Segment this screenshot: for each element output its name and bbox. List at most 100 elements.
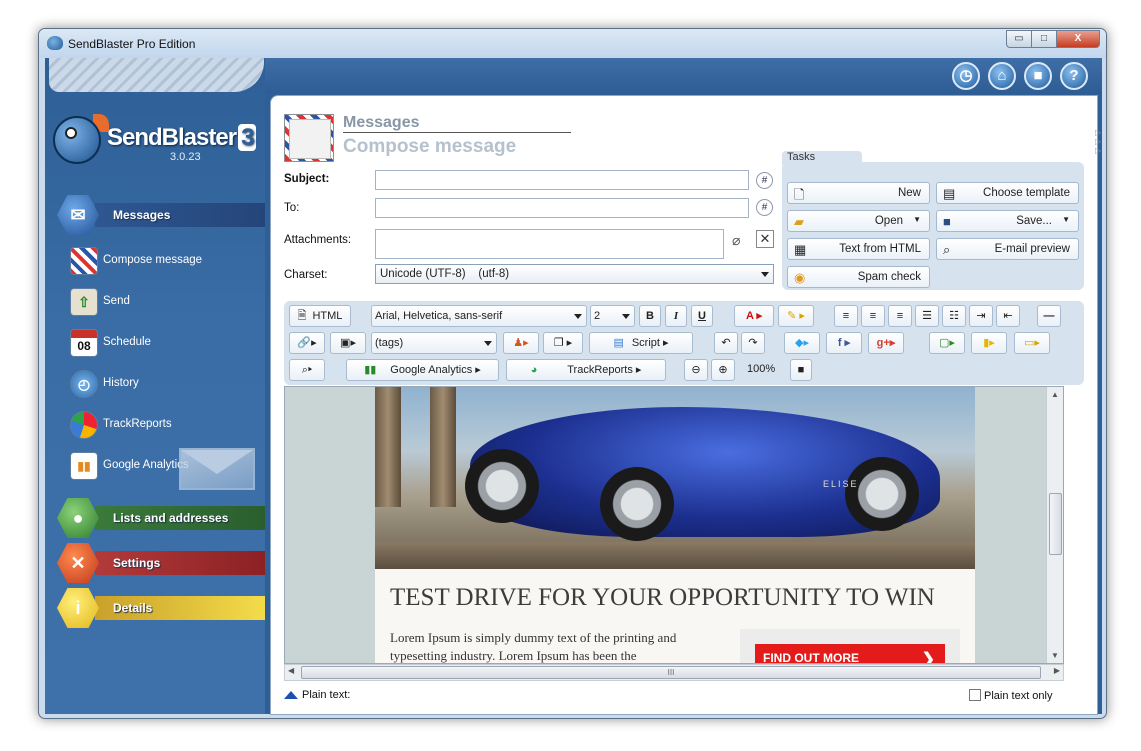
- clock-icon[interactable]: ◷: [952, 62, 980, 90]
- find-out-more-button[interactable]: FIND OUT MORE ❯: [755, 644, 945, 663]
- zoom-in-button[interactable]: ⊕: [711, 359, 735, 381]
- newsletter-body: TEST DRIVE FOR YOUR OPPORTUNITY TO WIN L…: [375, 569, 975, 663]
- history-icon: ◴: [70, 370, 98, 398]
- category-settings[interactable]: ✕ Settings: [57, 543, 267, 583]
- to-tags-button[interactable]: #: [756, 199, 773, 216]
- spam-check-button[interactable]: ◉ Spam check: [787, 266, 930, 288]
- highlight-button[interactable]: ✎ ▸: [778, 305, 814, 327]
- italic-button[interactable]: I: [665, 305, 687, 327]
- car-image: ELISE: [375, 387, 975, 569]
- save-button[interactable]: ■ Save... ▼: [936, 210, 1079, 232]
- find-button[interactable]: ⌕▸: [289, 359, 325, 381]
- zoom-out-button[interactable]: ⊖: [684, 359, 708, 381]
- html-mode-button[interactable]: 🗎 HTML: [289, 305, 351, 327]
- category-details[interactable]: i Details: [57, 588, 267, 628]
- font-size-select[interactable]: 2: [590, 305, 635, 327]
- link-button[interactable]: 🔗▸: [289, 332, 325, 354]
- car-badge: ELISE: [823, 479, 859, 489]
- html-icon: 🗎: [297, 310, 307, 322]
- tags-select[interactable]: (tags): [371, 332, 497, 354]
- home-icon[interactable]: ⌂: [988, 62, 1016, 90]
- facebook-button[interactable]: f ▸: [826, 332, 862, 354]
- sidebar-item-schedule[interactable]: 08 Schedule: [70, 327, 260, 361]
- subject-input[interactable]: [375, 170, 749, 190]
- bullet-list-button[interactable]: ☰: [915, 305, 939, 327]
- font-select[interactable]: Arial, Helvetica, sans-serif: [371, 305, 587, 327]
- analytics-icon: ▮▮: [364, 364, 377, 376]
- to-input[interactable]: [375, 198, 749, 218]
- insert-media-button[interactable]: ▭▸: [1014, 332, 1050, 354]
- bold-button[interactable]: B: [639, 305, 661, 327]
- new-document-icon: 🗋: [794, 187, 805, 202]
- app-icon: [47, 36, 63, 50]
- google-analytics-button[interactable]: ▮▮ Google Analytics ▸: [346, 359, 499, 381]
- video-icon[interactable]: ■: [1024, 62, 1052, 90]
- charset-label: Charset:: [284, 269, 328, 281]
- send-icon: ⇧: [70, 288, 98, 316]
- open-button[interactable]: ▰ Open ▼: [787, 210, 930, 232]
- outdent-button[interactable]: ⇤: [996, 305, 1020, 327]
- sidebar-item-history[interactable]: ◴ History: [70, 368, 260, 402]
- horizontal-rule-button[interactable]: —: [1037, 305, 1061, 327]
- numbered-list-button[interactable]: ☷: [942, 305, 966, 327]
- sidebar-item-send[interactable]: ⇧ Send: [70, 286, 260, 320]
- minimize-button[interactable]: ▭: [1006, 30, 1032, 48]
- checkbox-icon: [969, 689, 981, 701]
- newsletter-heading: TEST DRIVE FOR YOUR OPPORTUNITY TO WIN: [390, 584, 935, 611]
- folder-icon: ▰: [794, 214, 804, 229]
- image-button[interactable]: ▣▸: [330, 332, 366, 354]
- script-icon: ▤: [613, 337, 624, 349]
- trackreports-button[interactable]: ◕ TrackReports ▸: [506, 359, 666, 381]
- category-messages[interactable]: ✉ Messages: [57, 195, 267, 235]
- app-window: SendBlaster Pro Edition ▭ □ X ◷ ⌂ ■ ? Se…: [38, 28, 1107, 719]
- title-bar: SendBlaster Pro Edition ▭ □ X: [39, 29, 1106, 58]
- horizontal-scrollbar[interactable]: ◀ III ▶: [284, 664, 1064, 681]
- panel-arrows[interactable]: ▷ ▷ ▷: [1095, 128, 1101, 155]
- subject-tags-button[interactable]: #: [756, 172, 773, 189]
- close-button[interactable]: X: [1056, 30, 1100, 48]
- attachments-input[interactable]: [375, 229, 724, 259]
- align-left-button[interactable]: ≡: [834, 305, 858, 327]
- vertical-scrollbar[interactable]: ▲ ▼: [1046, 387, 1063, 663]
- insert-frame-button[interactable]: ▢▸: [929, 332, 965, 354]
- underline-button[interactable]: U: [691, 305, 713, 327]
- sidebar-item-compose[interactable]: Compose message: [70, 245, 260, 279]
- save-editor-button[interactable]: ■: [790, 359, 812, 381]
- script-button[interactable]: ▤ Script ▸: [589, 332, 693, 354]
- charset-select[interactable]: Unicode (UTF-8) (utf-8): [375, 264, 774, 284]
- insert-block-button[interactable]: ▮▸: [971, 332, 1007, 354]
- align-center-button[interactable]: ≡: [861, 305, 885, 327]
- paperclip-icon[interactable]: ⌀: [732, 232, 740, 249]
- email-preview-button[interactable]: ⌕ E-mail preview: [936, 238, 1079, 260]
- text-from-html-button[interactable]: ▦ Text from HTML: [787, 238, 930, 260]
- horizontal-scroll-thumb[interactable]: III: [301, 666, 1041, 679]
- envelope-decoration: [179, 448, 255, 490]
- twitter-button[interactable]: ◆▸: [784, 332, 820, 354]
- help-icon[interactable]: ?: [1060, 62, 1088, 90]
- zoom-level: 100%: [747, 363, 776, 375]
- maximize-button[interactable]: □: [1031, 30, 1057, 48]
- personalize-button[interactable]: ♟▸: [503, 332, 539, 354]
- plain-text-toggle[interactable]: Plain text:: [284, 689, 350, 701]
- sidebar-item-trackreports[interactable]: TrackReports: [70, 409, 260, 443]
- html-editor[interactable]: ELISE TEST DRIVE FOR YOUR OPPORTUNITY TO…: [284, 386, 1064, 664]
- align-right-button[interactable]: ≡: [888, 305, 912, 327]
- undo-button[interactable]: ↶: [714, 332, 738, 354]
- indent-button[interactable]: ⇥: [969, 305, 993, 327]
- save-dropdown-icon: ▼: [1062, 215, 1070, 224]
- vertical-scroll-thumb[interactable]: [1049, 493, 1062, 555]
- choose-template-button[interactable]: ▤ Choose template: [936, 182, 1079, 204]
- snippet-button[interactable]: ❐ ▸: [543, 332, 583, 354]
- image-icon: ▣: [340, 337, 351, 349]
- remove-attachment-icon[interactable]: ✕: [756, 230, 774, 248]
- convert-icon: ▦: [794, 242, 807, 257]
- category-lists[interactable]: ● Lists and addresses: [57, 498, 267, 538]
- text-color-button[interactable]: A ▸: [734, 305, 774, 327]
- logo-fish-icon: [53, 116, 101, 164]
- plain-text-only-checkbox[interactable]: Plain text only: [969, 689, 1052, 702]
- page-title: Compose message: [343, 136, 517, 157]
- new-button[interactable]: 🗋 New: [787, 182, 930, 204]
- redo-button[interactable]: ↷: [741, 332, 765, 354]
- expand-triangle-icon: [284, 691, 298, 699]
- google-plus-button[interactable]: g+▸: [868, 332, 904, 354]
